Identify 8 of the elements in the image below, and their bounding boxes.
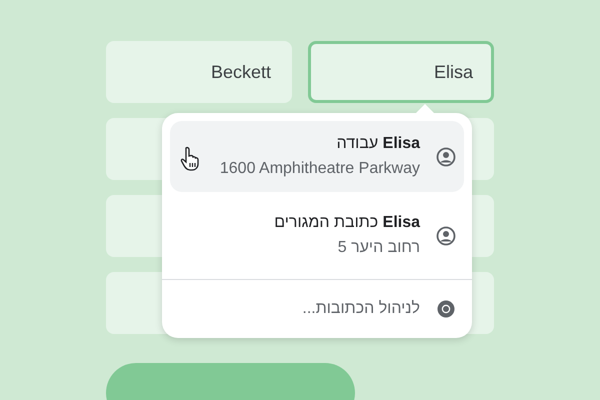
suggestion-address: 1600 Amphitheatre Parkway [220,160,420,178]
manage-addresses-item[interactable]: לניהול הכתובות... [162,280,472,338]
suggestion-address: רחוב היער 5 [336,239,420,257]
input-field[interactable]: Beckett [106,41,292,103]
input-field[interactable]: Elisa [308,41,494,103]
account-icon [436,146,456,166]
account-icon [436,226,456,246]
browser-logo-icon [436,299,456,319]
